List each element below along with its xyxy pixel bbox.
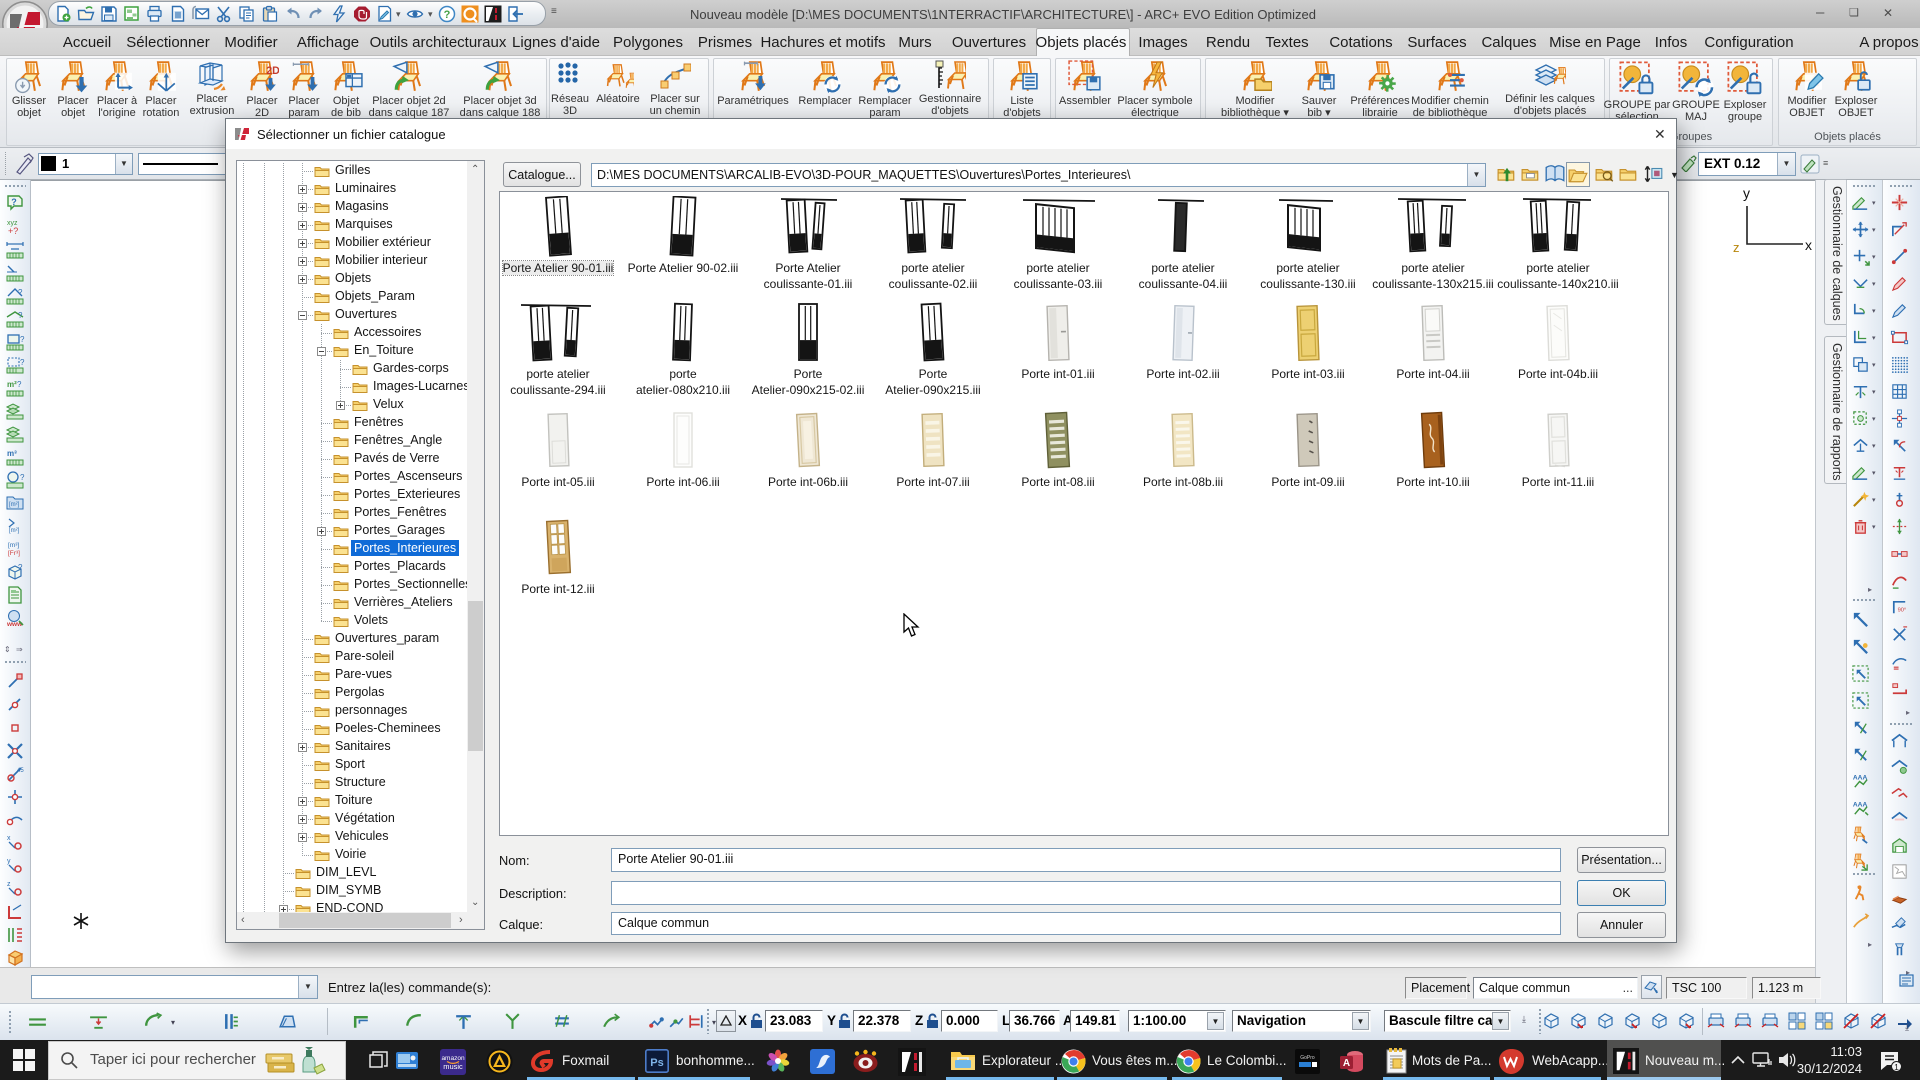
svg-text:[Fr³]: [Fr³]: [8, 550, 20, 557]
svg-text:z: z: [1733, 240, 1740, 255]
svg-text:Ps: Ps: [650, 1057, 663, 1069]
svg-text:amazon: amazon: [441, 1055, 465, 1062]
svg-text:A: A: [1343, 1058, 1350, 1069]
svg-text:?: ?: [18, 288, 23, 297]
svg-text:x: x: [7, 835, 11, 842]
svg-text:z: z: [7, 881, 11, 888]
svg-text:90°: 90°: [1898, 607, 1907, 613]
svg-text:[m²]: [m²]: [9, 502, 20, 508]
svg-text:?: ?: [20, 335, 25, 344]
svg-text:?: ?: [444, 9, 451, 21]
svg-text:?: ?: [20, 358, 25, 367]
svg-text:?: ?: [17, 380, 22, 389]
svg-text:m³: m³: [7, 449, 17, 458]
svg-text:?: ?: [18, 563, 23, 572]
svg-text:45: 45: [17, 768, 24, 774]
svg-text:?: ?: [20, 473, 25, 482]
svg-text:2D: 2D: [266, 65, 279, 77]
svg-text:x: x: [1805, 237, 1812, 253]
svg-text:[m²]: [m²]: [9, 528, 20, 534]
svg-text:1: 1: [1894, 1062, 1899, 1072]
svg-text:GoPro: GoPro: [1300, 1055, 1315, 1061]
svg-text:AAA: AAA: [1853, 802, 1868, 809]
svg-text:?: ?: [18, 311, 23, 320]
svg-text:[m³]: [m³]: [8, 542, 19, 549]
svg-text:?: ?: [11, 197, 17, 207]
svg-text:AAA: AAA: [1853, 775, 1868, 782]
svg-text:y: y: [7, 858, 11, 865]
svg-text:+?: +?: [8, 226, 18, 236]
svg-text:y: y: [1743, 185, 1750, 201]
svg-text:m²: m²: [7, 380, 17, 389]
